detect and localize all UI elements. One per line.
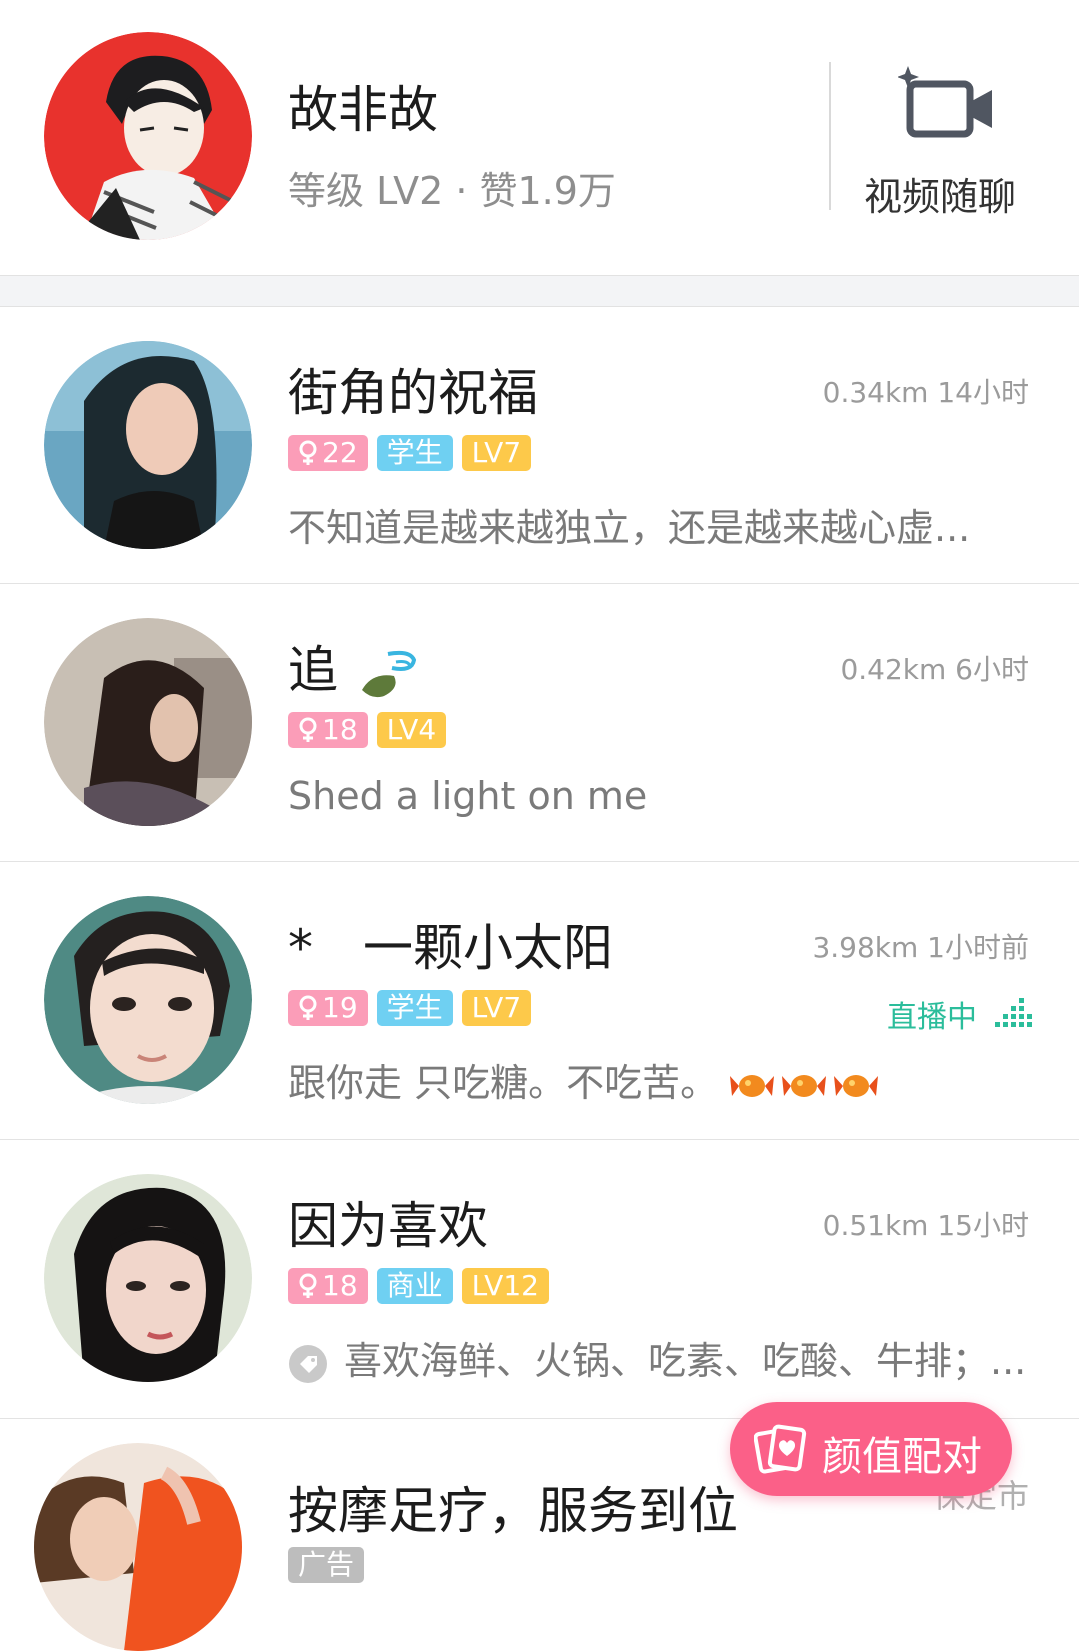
my-avatar[interactable] (44, 32, 252, 240)
user-interests: 喜欢海鲜、火锅、吃素、吃酸、牛排；... (288, 1330, 1026, 1385)
occupation-badge: 商业 (376, 1268, 453, 1304)
user-name: * 一颗小太阳 (288, 919, 613, 977)
heart-card-icon (754, 1424, 807, 1474)
level-badge: LV7 (461, 990, 532, 1026)
level-badge: LV12 (461, 1268, 549, 1304)
occupation-badge: 学生 (376, 990, 453, 1026)
my-level-likes: 等级 LV2 · 赞1.9万 (288, 169, 616, 213)
candy-emoji-icon (730, 1074, 879, 1097)
age-text: 22 (322, 436, 358, 469)
live-signal-icon (995, 998, 1032, 1027)
badge-group: 18 LV4 (288, 712, 447, 750)
video-chat-label: 视频随聊 (864, 175, 1017, 219)
female-icon (299, 1273, 317, 1298)
occupation-badge: 学生 (376, 435, 453, 471)
video-chat-button[interactable]: 视频随聊 (850, 56, 1050, 226)
distance-time: 0.42km 6小时 (840, 653, 1029, 686)
header-divider (829, 62, 831, 210)
my-name: 故非故 (288, 81, 438, 139)
user-avatar[interactable] (44, 896, 252, 1104)
user-name: 街角的祝福 (288, 364, 538, 422)
face-match-button[interactable]: 颜值配对 (730, 1402, 1012, 1496)
female-icon (299, 440, 317, 465)
user-name-text: 追 (288, 641, 338, 699)
distance-time: 3.98km 1小时前 (812, 931, 1029, 964)
user-signature: Shed a light on me (288, 774, 648, 818)
gender-age-badge: 18 (288, 1268, 368, 1304)
live-status: 直播中 (887, 1000, 977, 1035)
user-signature: 跟你走 只吃糖。不吃苦。 (288, 1052, 890, 1110)
ad-avatar[interactable] (34, 1443, 242, 1651)
user-row[interactable]: * 一颗小太阳 3.98km 1小时前 19 学生 LV7 直播中 跟你走 只吃… (0, 862, 1079, 1140)
ad-title: 按摩足疗，服务到位 (288, 1482, 738, 1540)
level-badge: LV7 (461, 435, 532, 471)
distance-time: 0.51km 15小时 (822, 1209, 1029, 1242)
user-row[interactable]: 街角的祝福 0.34km 14小时 22 学生 LV7 不知道是越来越独立，还是… (0, 307, 1079, 584)
ad-badge: 广告 (288, 1547, 365, 1583)
user-avatar[interactable] (44, 1174, 252, 1382)
user-signature: 不知道是越来越独立，还是越来越心虚... (288, 506, 971, 550)
user-name: 因为喜欢 (288, 1197, 488, 1255)
gender-age-badge: 22 (288, 435, 368, 471)
age-text: 19 (322, 991, 358, 1024)
gender-age-badge: 18 (288, 712, 368, 748)
badge-group: 18 商业 LV12 (288, 1268, 549, 1306)
age-text: 18 (322, 1269, 358, 1302)
interests-text: 喜欢海鲜、火锅、吃素、吃酸、牛排；... (344, 1339, 1027, 1383)
leaf-wind-icon (361, 650, 416, 697)
badge-group: 广告 (288, 1547, 365, 1585)
signature-text: 跟你走 只吃糖。不吃苦。 (288, 1061, 719, 1105)
user-name: 追 (288, 630, 418, 702)
tag-icon (289, 1344, 327, 1383)
user-avatar[interactable] (44, 341, 252, 549)
profile-header: 故非故 等级 LV2 · 赞1.9万 视频随聊 (0, 0, 1079, 276)
level-badge: LV4 (376, 712, 447, 748)
gender-age-badge: 19 (288, 990, 368, 1026)
female-icon (299, 995, 317, 1020)
age-text: 18 (322, 713, 358, 746)
distance-time: 0.34km 14小时 (822, 376, 1029, 409)
user-row[interactable]: 追 0.42km 6小时 18 LV4 Shed a light on me (0, 584, 1079, 862)
user-row[interactable]: 因为喜欢 0.51km 15小时 18 商业 LV12 喜欢海鲜、火锅、吃素、吃… (0, 1140, 1079, 1419)
live-indicator[interactable]: 直播中 (887, 992, 1033, 1036)
section-gap (0, 276, 1079, 307)
female-icon (299, 717, 317, 742)
video-camera-icon (898, 66, 992, 138)
badge-group: 19 学生 LV7 (288, 990, 532, 1028)
face-match-label: 颜值配对 (822, 1434, 982, 1480)
badge-group: 22 学生 LV7 (288, 435, 532, 473)
user-avatar[interactable] (44, 618, 252, 826)
